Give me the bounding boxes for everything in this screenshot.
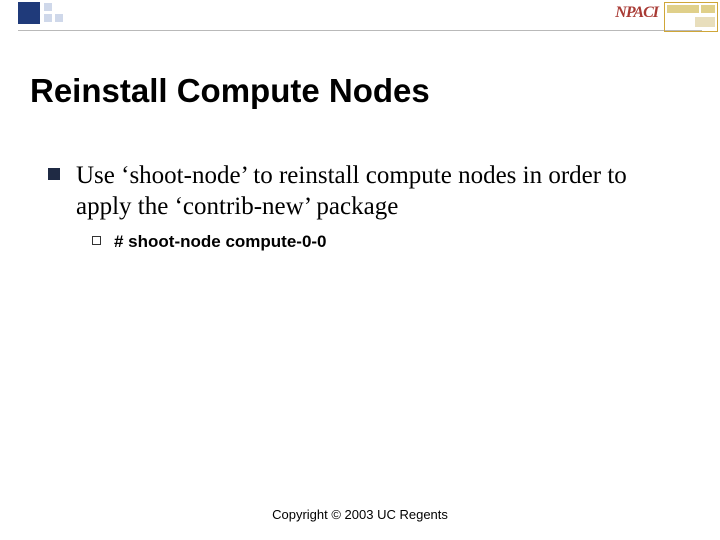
bullet-level1-text: Use ‘shoot-node’ to reinstall compute no… (76, 160, 668, 223)
square-small-icon (44, 14, 52, 22)
bullet-level2-text: # shoot-node compute-0-0 (114, 232, 652, 252)
copyright-footer: Copyright © 2003 UC Regents (0, 507, 720, 522)
sdsc-logo-icon (664, 2, 718, 32)
top-bar: NPACI (0, 0, 720, 38)
bullet-square-icon (48, 168, 60, 180)
bullet-level2: # shoot-node compute-0-0 (92, 232, 652, 252)
bullet-level1: Use ‘shoot-node’ to reinstall compute no… (48, 160, 668, 223)
square-small-icon (55, 14, 63, 22)
bullet-hollow-square-icon (92, 236, 101, 245)
slide: NPACI Reinstall Compute Nodes Use ‘shoot… (0, 0, 720, 540)
npaci-logo: NPACI (615, 4, 658, 22)
horizontal-rule (18, 30, 702, 31)
slide-title: Reinstall Compute Nodes (30, 72, 430, 110)
square-small-icon (44, 3, 52, 11)
square-decoration-icon (18, 2, 40, 24)
